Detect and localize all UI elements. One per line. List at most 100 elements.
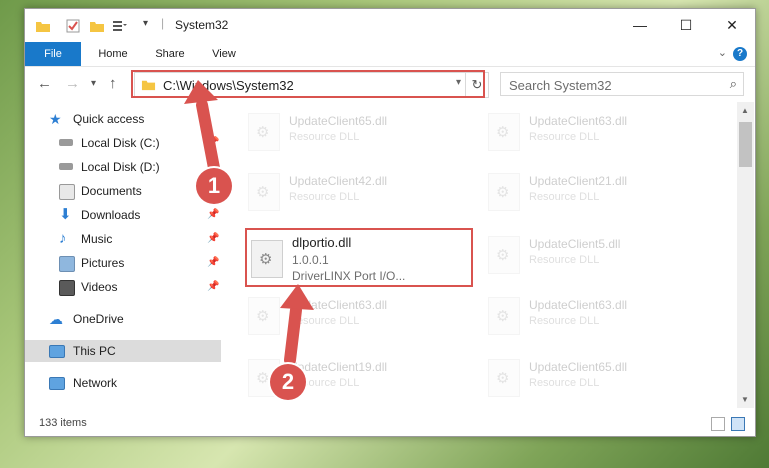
nav-item-quick-access[interactable]: ★ Quick access bbox=[25, 108, 221, 130]
item-count: 133 items bbox=[39, 417, 87, 429]
search-input[interactable]: Search System32 ⌕ bbox=[500, 72, 744, 96]
list-item[interactable]: UpdateClient63.dll Resource DLL bbox=[480, 108, 700, 154]
list-item[interactable]: UpdateClient65.dll Resource DLL bbox=[480, 354, 700, 400]
step-2-callout: 2 bbox=[270, 364, 306, 400]
pin-icon[interactable]: 📌 bbox=[207, 252, 219, 274]
maximize-button[interactable]: ☐ bbox=[663, 9, 709, 42]
cloud-icon: ☁ bbox=[49, 311, 63, 327]
dll-file-icon bbox=[488, 297, 520, 335]
nav-item-this-pc[interactable]: This PC bbox=[25, 340, 221, 362]
file-description: Resource DLL bbox=[289, 315, 360, 327]
list-item[interactable]: UpdateClient5.dll Resource DLL bbox=[480, 231, 700, 277]
new-folder-icon[interactable] bbox=[89, 18, 105, 34]
minimize-button[interactable]: — bbox=[617, 9, 663, 42]
file-name: UpdateClient21.dll bbox=[529, 174, 628, 188]
title-separator: | bbox=[161, 16, 165, 30]
file-name: UpdateClient42.dll bbox=[289, 174, 388, 188]
ribbon-tabs: File Home Share View ⌄ ? bbox=[25, 42, 755, 66]
file-name: UpdateClient5.dll bbox=[529, 237, 621, 251]
file-description: Resource DLL bbox=[289, 191, 360, 203]
title-bar: ▾ | System32 — ☐ ✕ bbox=[25, 9, 755, 42]
details-view-icon[interactable] bbox=[711, 417, 725, 431]
nav-item-videos[interactable]: Videos 📌 bbox=[25, 276, 221, 298]
customize-toolbar-icon[interactable] bbox=[111, 18, 127, 34]
list-item[interactable]: UpdateClient65.dll Resource DLL bbox=[240, 108, 460, 154]
music-note-icon: ♪ bbox=[59, 230, 67, 247]
dll-file-icon bbox=[248, 113, 280, 151]
large-icons-view-icon[interactable] bbox=[731, 417, 745, 431]
nav-item-label: Pictures bbox=[81, 256, 125, 270]
nav-item-label: Local Disk (C:) bbox=[81, 136, 160, 150]
search-placeholder: Search System32 bbox=[509, 78, 612, 93]
forward-arrow-icon[interactable]: → bbox=[65, 75, 80, 92]
nav-item-downloads[interactable]: ⬇ Downloads 📌 bbox=[25, 204, 221, 226]
pin-icon[interactable]: 📌 bbox=[207, 228, 219, 250]
nav-item-label: Downloads bbox=[81, 208, 141, 222]
scrollbar-thumb[interactable] bbox=[739, 122, 752, 167]
nav-item-label: Documents bbox=[81, 184, 142, 198]
tab-view[interactable]: View bbox=[201, 42, 247, 66]
dll-file-icon bbox=[488, 113, 520, 151]
file-name: UpdateClient19.dll bbox=[289, 360, 388, 374]
nav-item-documents[interactable]: Documents bbox=[25, 180, 221, 202]
file-description: Resource DLL bbox=[529, 131, 600, 143]
dll-file-icon bbox=[488, 173, 520, 211]
pin-icon[interactable]: 📌 bbox=[207, 276, 219, 298]
pin-icon[interactable]: 📌 bbox=[207, 132, 219, 154]
file-name: UpdateClient63.dll bbox=[529, 298, 628, 312]
nav-item-label: Local Disk (D:) bbox=[81, 160, 160, 174]
nav-item-music[interactable]: ♪ Music 📌 bbox=[25, 228, 221, 250]
window-title: System32 bbox=[175, 18, 229, 32]
file-description: Resource DLL bbox=[529, 377, 600, 389]
address-row: ← → ▾ ↑ C:\Windows\System32 ▾ ↻ Search S… bbox=[25, 66, 755, 103]
close-button[interactable]: ✕ bbox=[709, 9, 755, 42]
nav-item-local-disk-c[interactable]: Local Disk (C:) 📌 bbox=[25, 132, 221, 154]
file-description: Resource DLL bbox=[529, 191, 600, 203]
list-item[interactable]: UpdateClient63.dll Resource DLL bbox=[480, 292, 700, 338]
scroll-up-icon[interactable]: ▲ bbox=[741, 106, 749, 115]
address-highlight-box bbox=[131, 70, 485, 98]
pictures-icon bbox=[59, 256, 75, 272]
back-arrow-icon[interactable]: ← bbox=[37, 75, 52, 92]
dll-file-icon bbox=[488, 359, 520, 397]
vertical-scrollbar[interactable]: ▲ ▼ bbox=[737, 102, 754, 408]
list-item[interactable]: UpdateClient21.dll Resource DLL bbox=[480, 168, 700, 214]
file-description: Resource DLL bbox=[289, 131, 360, 143]
dll-file-icon bbox=[248, 297, 280, 335]
file-name: UpdateClient63.dll bbox=[529, 114, 628, 128]
download-arrow-icon: ⬇ bbox=[59, 206, 72, 223]
step-1-callout: 1 bbox=[196, 168, 232, 204]
search-icon: ⌕ bbox=[729, 76, 737, 91]
folder-icon bbox=[36, 22, 50, 32]
file-description: Resource DLL bbox=[529, 254, 600, 266]
nav-item-label: OneDrive bbox=[73, 312, 124, 326]
status-bar: 133 items bbox=[25, 412, 755, 436]
nav-item-label: Music bbox=[81, 232, 113, 246]
expand-ribbon-icon[interactable]: ⌄ bbox=[718, 46, 727, 59]
properties-icon[interactable] bbox=[65, 18, 81, 34]
tab-share[interactable]: Share bbox=[145, 42, 195, 66]
nav-item-label: Videos bbox=[81, 280, 118, 294]
drive-icon bbox=[59, 163, 73, 170]
nav-item-label: Network bbox=[73, 376, 118, 390]
computer-icon bbox=[49, 345, 65, 358]
recent-locations-icon[interactable]: ▾ bbox=[91, 78, 96, 89]
nav-item-onedrive[interactable]: ☁ OneDrive bbox=[25, 308, 221, 330]
up-arrow-icon[interactable]: ↑ bbox=[109, 75, 117, 92]
tab-home[interactable]: Home bbox=[87, 42, 139, 66]
list-item[interactable]: UpdateClient42.dll Resource DLL bbox=[240, 168, 460, 214]
nav-item-local-disk-d[interactable]: Local Disk (D:) bbox=[25, 156, 221, 178]
quick-access-dropdown-icon[interactable]: ▾ bbox=[143, 18, 148, 29]
list-item[interactable]: UpdateClient63.dll Resource DLL bbox=[240, 292, 460, 338]
nav-item-network[interactable]: Network bbox=[25, 372, 221, 394]
file-name: UpdateClient65.dll bbox=[289, 114, 388, 128]
nav-item-label: Quick access bbox=[73, 112, 145, 126]
drive-icon bbox=[59, 139, 73, 146]
scroll-down-icon[interactable]: ▼ bbox=[741, 395, 749, 404]
nav-item-pictures[interactable]: Pictures 📌 bbox=[25, 252, 221, 274]
file-description: Resource DLL bbox=[529, 315, 600, 327]
tab-file[interactable]: File bbox=[25, 42, 81, 66]
dll-file-icon bbox=[488, 236, 520, 274]
help-icon[interactable]: ? bbox=[733, 47, 747, 61]
pin-icon[interactable]: 📌 bbox=[207, 204, 219, 226]
